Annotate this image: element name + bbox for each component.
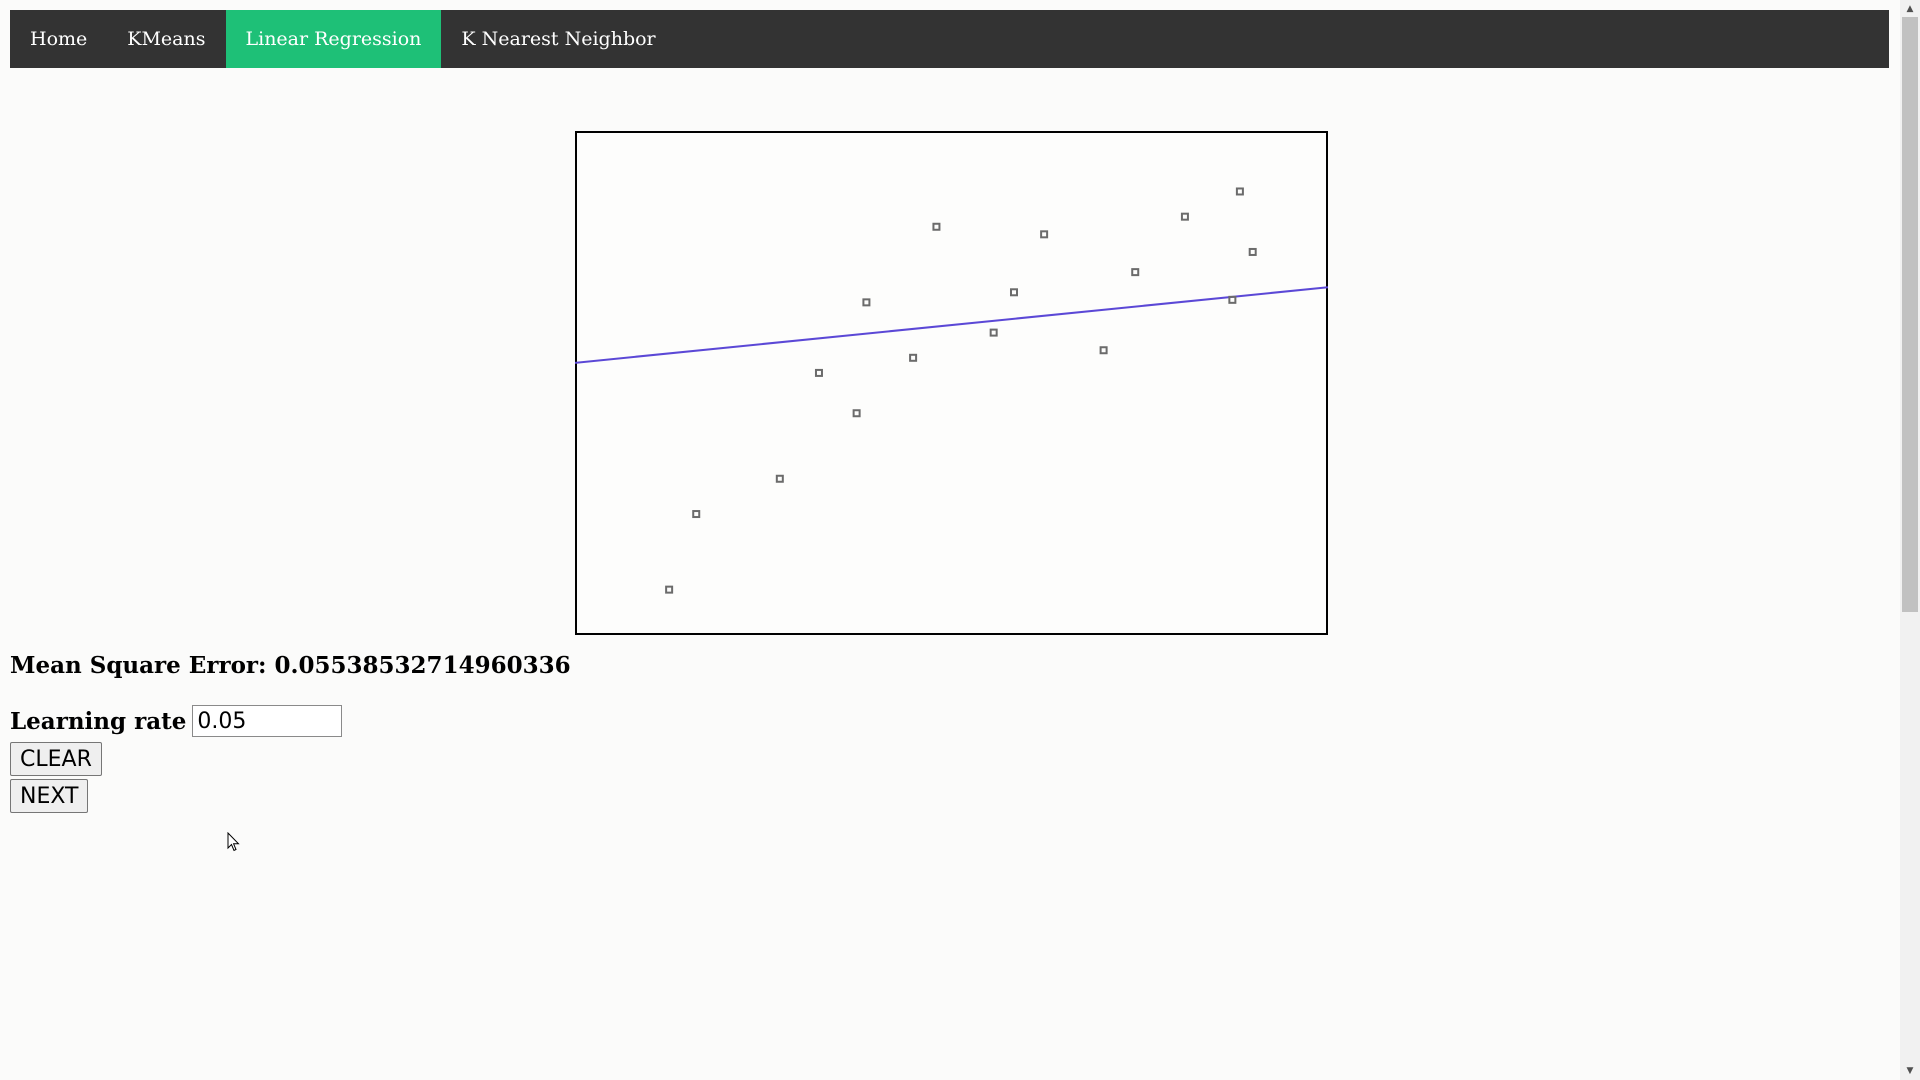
vertical-scrollbar[interactable]: ▲ ▼	[1900, 0, 1920, 1080]
mouse-cursor-icon	[227, 831, 241, 856]
nav-kmeans[interactable]: KMeans	[107, 10, 225, 68]
learning-rate-label: Learning rate	[10, 707, 187, 735]
mse-text: Mean Square Error: 0.05538532714960336	[10, 652, 571, 679]
scroll-up-icon[interactable]: ▲	[1900, 2, 1920, 16]
page: Home KMeans Linear Regression K Nearest …	[0, 0, 1920, 1080]
plot-border	[575, 131, 1328, 635]
learning-rate-row: Learning rate	[10, 705, 343, 737]
nav-linear-regression[interactable]: Linear Regression	[225, 10, 442, 68]
nav-home[interactable]: Home	[10, 10, 107, 68]
learning-rate-input[interactable]	[192, 705, 343, 737]
top-navbar: Home KMeans Linear Regression K Nearest …	[10, 10, 1889, 68]
clear-button[interactable]: CLEAR	[10, 742, 102, 776]
nav-k-nearest-neighbor[interactable]: K Nearest Neighbor	[441, 10, 675, 68]
plot-canvas[interactable]	[575, 131, 1328, 635]
scrollbar-thumb[interactable]	[1902, 17, 1918, 612]
scroll-down-icon[interactable]: ▼	[1900, 1064, 1920, 1078]
next-button[interactable]: NEXT	[10, 779, 89, 813]
scatter-plot[interactable]	[575, 131, 1328, 635]
